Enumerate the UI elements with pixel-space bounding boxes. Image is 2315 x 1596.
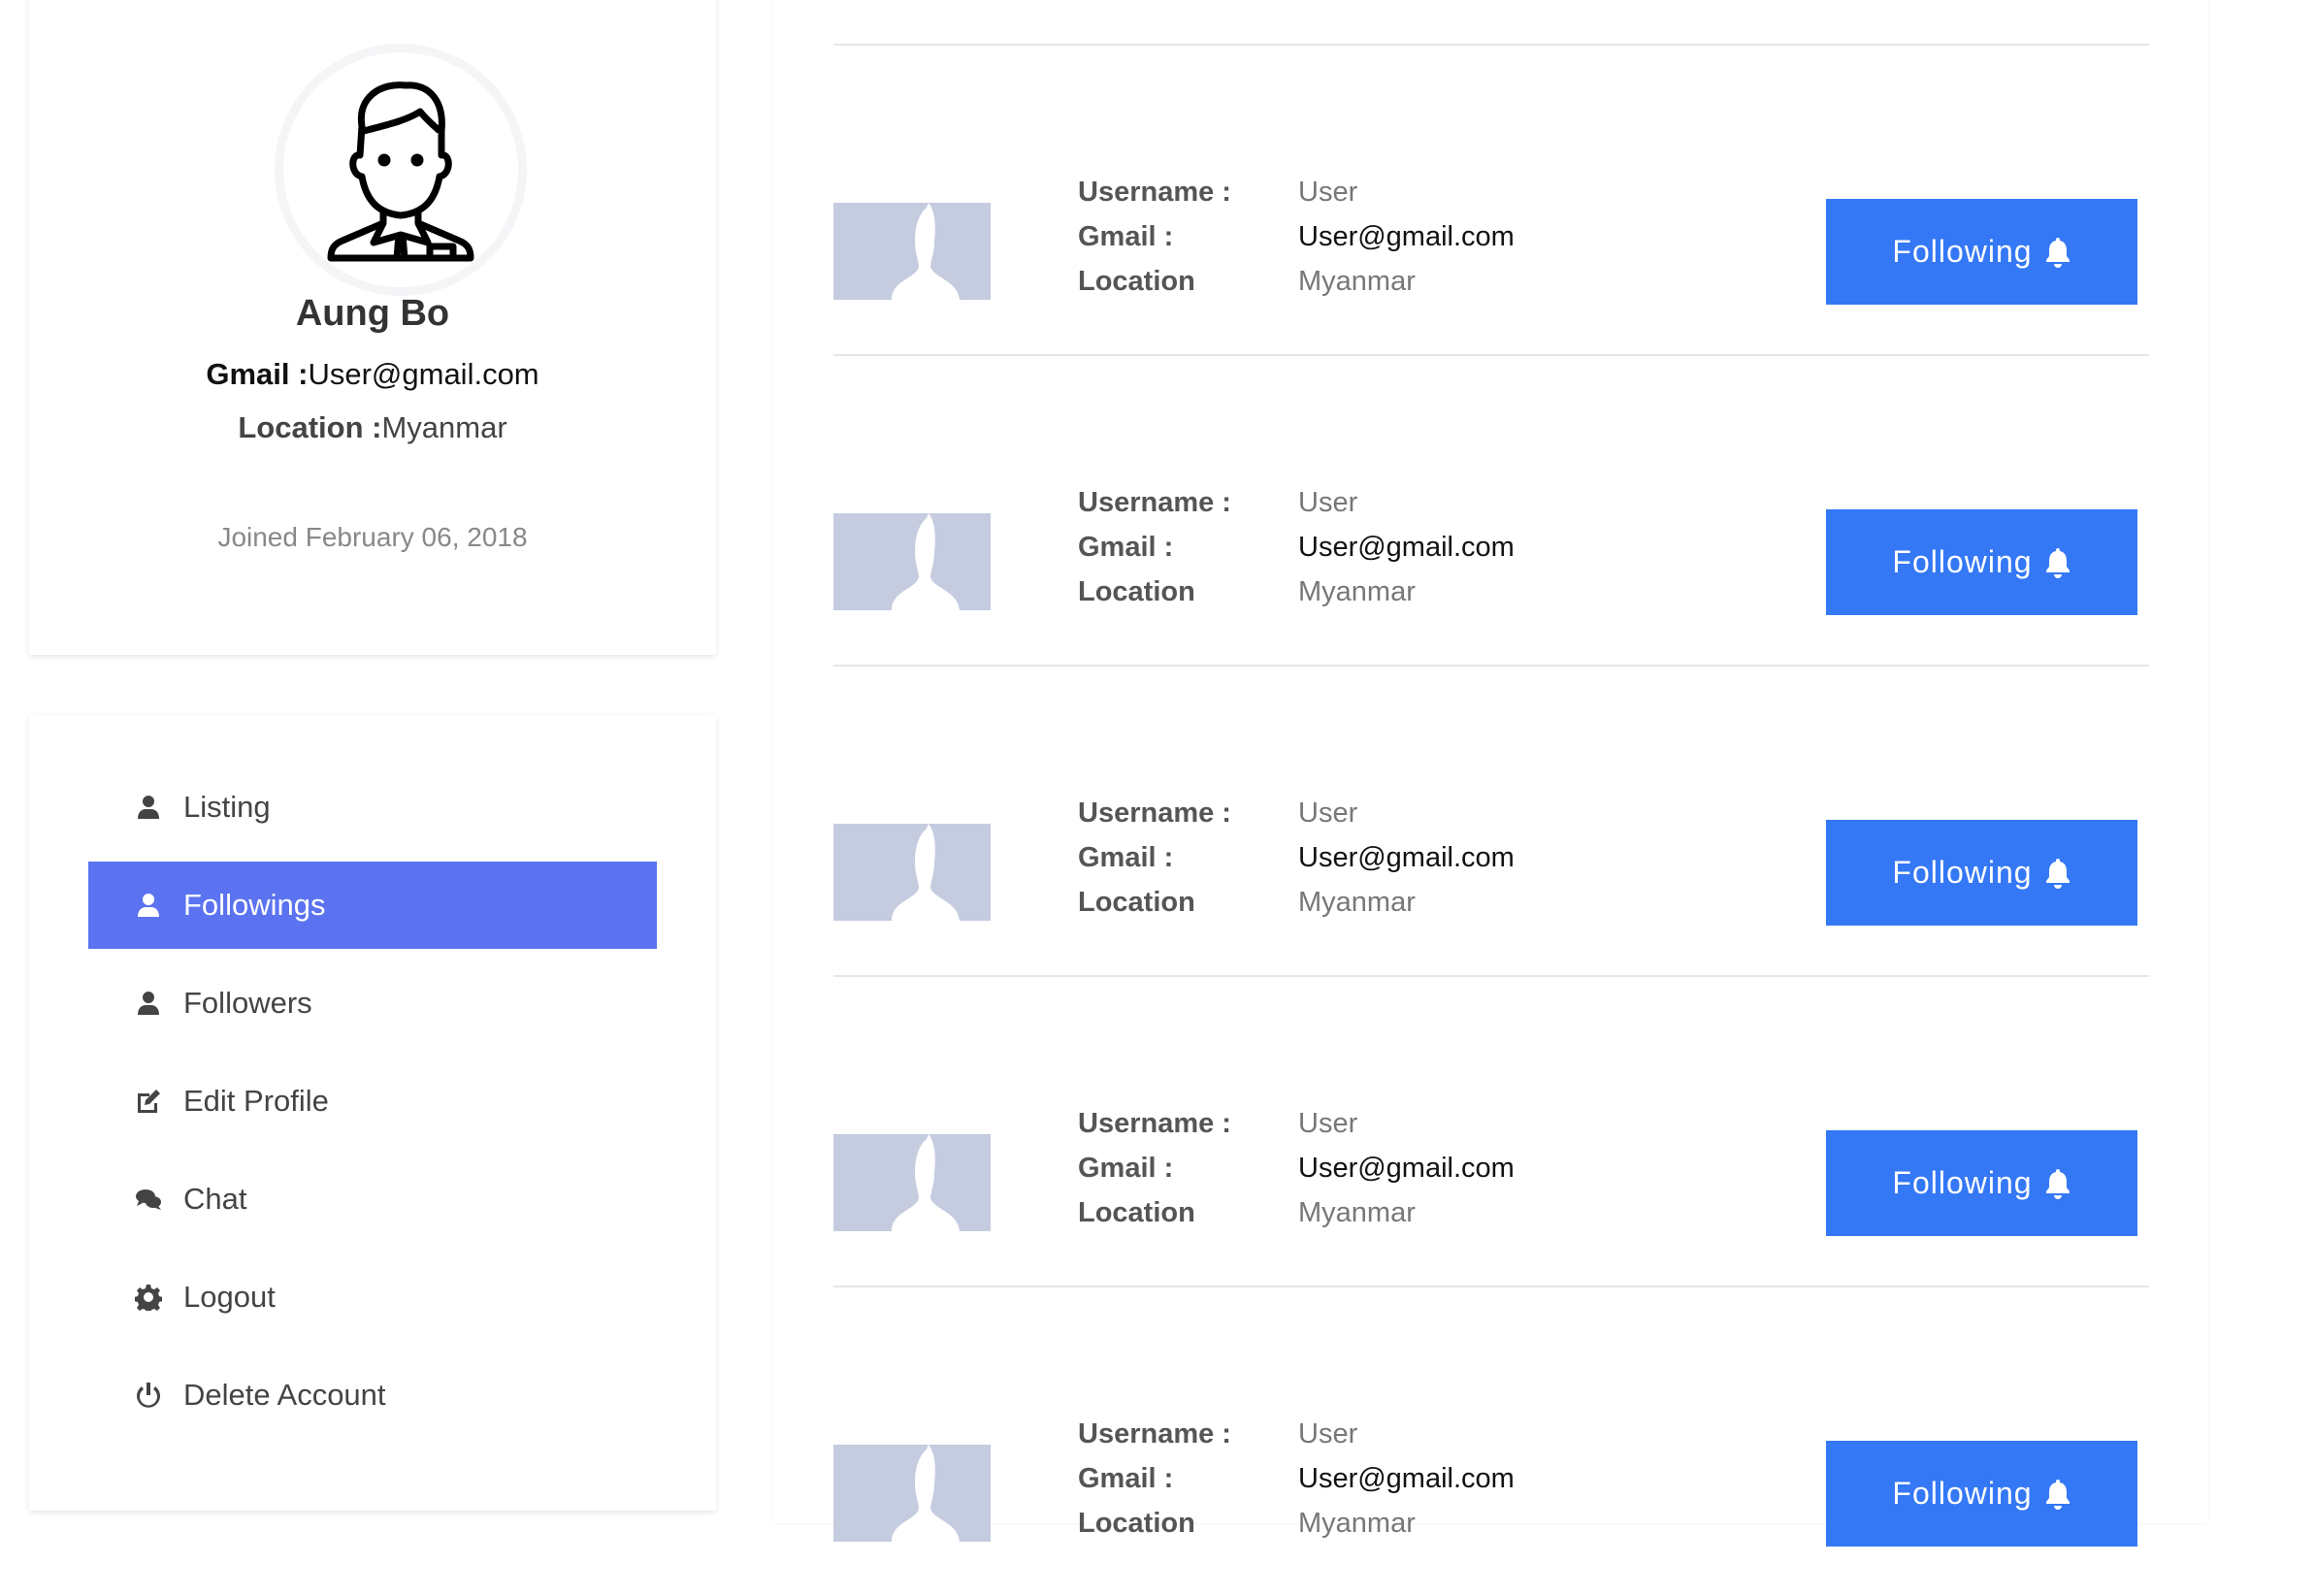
location-label: Location <box>1078 266 1195 297</box>
following-button[interactable]: Following <box>1826 1130 2137 1236</box>
following-row: Username : User Gmail : User@gmail.com Locat… <box>773 1286 2208 1596</box>
sidebar-item-label: Followings <box>183 888 326 922</box>
gmail-label: Gmail : <box>1078 532 1174 563</box>
following-button-label: Following <box>1892 1476 2033 1511</box>
gmail-value: User@gmail.com <box>1298 221 1515 252</box>
following-button-label: Following <box>1892 234 2033 269</box>
sidebar-menu: Listing Followings Followers Edit Profile Ch… <box>29 715 716 1511</box>
sidebar-item-listing[interactable]: Listing <box>88 764 657 851</box>
following-row: Username : User Gmail : User@gmail.com Locat… <box>773 354 2208 665</box>
following-row: Username : User Gmail : User@gmail.com Locat… <box>773 665 2208 975</box>
location-label: Location : <box>238 410 382 444</box>
username-value: User <box>1298 177 1358 208</box>
location-value: Myanmar <box>1298 1508 1416 1539</box>
gmail-label: Gmail : <box>1078 1153 1174 1184</box>
bell-icon <box>2045 547 2070 578</box>
username-label: Username : <box>1078 1108 1231 1139</box>
username-label: Username : <box>1078 798 1231 829</box>
sidebar-item-label: Followers <box>183 986 312 1020</box>
following-button[interactable]: Following <box>1826 199 2137 305</box>
power-icon <box>137 1383 160 1408</box>
gmail-label: Gmail : <box>1078 1463 1174 1494</box>
username-value: User <box>1298 1418 1358 1449</box>
location-value: Myanmar <box>1298 576 1416 607</box>
user-placeholder-image <box>833 1134 991 1231</box>
username-label: Username : <box>1078 487 1231 518</box>
following-button-label: Following <box>1892 544 2033 579</box>
username-label: Username : <box>1078 1418 1231 1449</box>
location-label: Location <box>1078 576 1195 607</box>
following-row: Username : User Gmail : User@gmail.com Locat… <box>773 975 2208 1286</box>
gmail-value: User@gmail.com <box>1298 842 1515 873</box>
username-value: User <box>1298 1108 1358 1139</box>
location-label: Location <box>1078 1508 1195 1539</box>
gmail-value: User@gmail.com <box>1298 1153 1515 1184</box>
location-label: Location <box>1078 1197 1195 1228</box>
user-placeholder-image <box>833 1445 991 1542</box>
profile-card: Aung Bo Gmail :User@gmail.com Location :… <box>29 0 716 655</box>
gmail-value: User@gmail.com <box>308 357 539 391</box>
sidebar-item-label: Edit Profile <box>183 1084 329 1118</box>
sidebar-item-followers[interactable]: Followers <box>88 960 657 1047</box>
gmail-value: User@gmail.com <box>1298 1463 1515 1494</box>
bell-icon <box>2045 237 2070 268</box>
profile-location: Location :Myanmar <box>29 410 716 445</box>
sidebar-item-edit-profile[interactable]: Edit Profile <box>88 1058 657 1145</box>
bell-icon <box>2045 1168 2070 1199</box>
followings-list: Username : User Gmail : User@gmail.com Locat… <box>773 0 2208 1547</box>
location-value: Myanmar <box>1298 1197 1416 1228</box>
following-button-label: Following <box>1892 855 2033 890</box>
location-value: Myanmar <box>1298 887 1416 918</box>
username-value: User <box>1298 798 1358 829</box>
username-value: User <box>1298 487 1358 518</box>
sidebar-item-label: Chat <box>183 1182 247 1216</box>
gmail-value: User@gmail.com <box>1298 532 1515 563</box>
joined-date: Joined February 06, 2018 <box>217 522 528 552</box>
profile-name: Aung Bo <box>295 293 450 334</box>
profile-gmail: Gmail :User@gmail.com <box>29 357 716 392</box>
sidebar-item-label: Listing <box>183 790 271 824</box>
username-label: Username : <box>1078 177 1231 208</box>
following-button[interactable]: Following <box>1826 1441 2137 1547</box>
following-row: Username : User Gmail : User@gmail.com Locat… <box>773 44 2208 354</box>
sidebar-item-label: Delete Account <box>183 1378 386 1412</box>
man-avatar-icon <box>327 81 474 262</box>
gmail-label: Gmail : <box>1078 221 1174 252</box>
following-button-label: Following <box>1892 1165 2033 1200</box>
sidebar-item-delete-account[interactable]: Delete Account <box>88 1352 657 1439</box>
bell-icon <box>2045 1479 2070 1510</box>
chat-icon <box>136 1189 161 1210</box>
user-placeholder-image <box>833 513 991 610</box>
user-icon <box>138 796 159 819</box>
user-icon <box>138 894 159 917</box>
sidebar-item-chat[interactable]: Chat <box>88 1156 657 1243</box>
following-button[interactable]: Following <box>1826 509 2137 615</box>
sidebar-item-followings[interactable]: Followings <box>88 862 657 949</box>
user-placeholder-image <box>833 824 991 921</box>
location-label: Location <box>1078 887 1195 918</box>
edit-icon <box>138 1090 160 1113</box>
gmail-label: Gmail : <box>1078 842 1174 873</box>
location-value: Myanmar <box>381 410 507 444</box>
bell-icon <box>2045 858 2070 889</box>
gear-icon <box>135 1285 162 1311</box>
location-value: Myanmar <box>1298 266 1416 297</box>
sidebar-item-label: Logout <box>183 1280 276 1314</box>
profile-avatar <box>275 44 527 296</box>
user-icon <box>138 992 159 1015</box>
user-placeholder-image <box>833 203 991 300</box>
gmail-label: Gmail : <box>206 357 309 391</box>
sidebar-item-logout[interactable]: Logout <box>88 1254 657 1341</box>
following-button[interactable]: Following <box>1826 820 2137 926</box>
